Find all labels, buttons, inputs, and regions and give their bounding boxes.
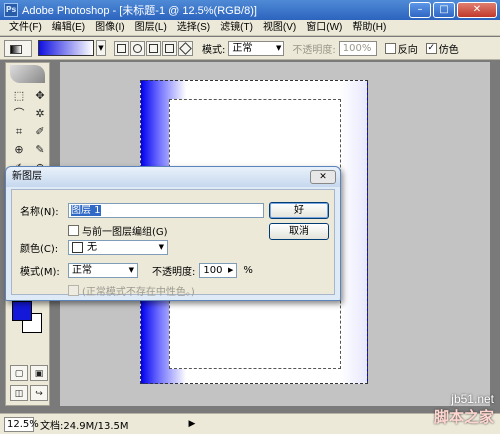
- watermark-url: jb51.net: [451, 392, 494, 406]
- standard-mode-icon[interactable]: ▢: [10, 365, 28, 381]
- color-label: 颜色(C):: [20, 244, 59, 255]
- color-row: 颜色(C): 无 ▼: [20, 240, 168, 255]
- mode-row: 模式(M): 正常 ▼ 不透明度: 100 ▶ %: [20, 263, 253, 278]
- angle-gradient-icon[interactable]: [146, 40, 161, 56]
- color-none-swatch: [72, 241, 83, 253]
- opacity-label: 不透明度:: [292, 44, 336, 56]
- menu-bar: 文件(F) 编辑(E) 图像(I) 图层(L) 选择(S) 滤镜(T) 视图(V…: [0, 20, 500, 36]
- opacity-field[interactable]: 100%: [338, 40, 377, 56]
- ok-button[interactable]: 好: [269, 202, 329, 219]
- new-layer-dialog: 新图层 ✕ 名称(N): 图层 1 与前一图层编组(G) 颜色(C): 无 ▼ …: [5, 166, 341, 301]
- title-bar: Ps Adobe Photoshop - [未标题-1 @ 12.5%(RGB/…: [0, 0, 500, 20]
- lasso-tool-icon[interactable]: ⌒: [10, 106, 28, 122]
- dialog-close-button[interactable]: ✕: [310, 170, 336, 184]
- mode-select[interactable]: 正常 ▼: [228, 40, 285, 56]
- window-title: Adobe Photoshop - [未标题-1 @ 12.5%(RGB/8)]: [22, 5, 257, 17]
- color-select-value: 无: [87, 242, 97, 253]
- status-bar: 12.5% 文档:24.9M/13.5M ▶: [0, 413, 500, 434]
- chevron-down-icon: ▼: [128, 266, 134, 274]
- reverse-checkbox[interactable]: [384, 42, 396, 54]
- status-menu-arrow-icon[interactable]: ▶: [189, 419, 196, 429]
- group-with-previous-checkbox[interactable]: [68, 225, 79, 236]
- dialog-body: 名称(N): 图层 1 与前一图层编组(G) 颜色(C): 无 ▼ 模式(M):…: [11, 189, 335, 298]
- close-window-button[interactable]: ✕: [457, 2, 497, 18]
- group-row: 与前一图层编组(G): [68, 223, 168, 238]
- menu-image[interactable]: 图像(I): [90, 20, 129, 36]
- brush-tool-icon[interactable]: ✎: [31, 142, 49, 158]
- foreground-color-swatch[interactable]: [12, 301, 32, 321]
- maximize-button[interactable]: □: [433, 2, 455, 18]
- cancel-button[interactable]: 取消: [269, 223, 329, 240]
- neutral-color-checkbox[interactable]: [68, 285, 79, 296]
- mode-buttons: ▢ ▣ ◫ ↪: [10, 365, 48, 401]
- neutral-row: (正常模式不存在中性色。): [68, 283, 195, 298]
- marquee-tool-icon[interactable]: ⬚: [10, 88, 28, 104]
- blend-mode-value: 正常: [72, 265, 92, 276]
- tool-preset-picker[interactable]: [4, 39, 32, 57]
- menu-edit[interactable]: 编辑(E): [47, 20, 90, 36]
- window-controls: – □ ✕: [409, 2, 497, 18]
- menu-file[interactable]: 文件(F): [4, 20, 47, 36]
- gradient-dropdown-arrow-icon[interactable]: ▼: [96, 40, 106, 56]
- diamond-gradient-icon[interactable]: [178, 40, 193, 56]
- opacity-input[interactable]: 100 ▶: [199, 263, 238, 278]
- adobe-feather-logo: [10, 65, 45, 83]
- layer-name-label: 名称(N):: [20, 207, 59, 218]
- chevron-right-icon: ▶: [227, 266, 234, 274]
- menu-window[interactable]: 窗口(W): [301, 20, 347, 36]
- dither-checkbox[interactable]: ✓: [425, 42, 437, 54]
- menu-select[interactable]: 选择(S): [172, 20, 215, 36]
- linear-gradient-icon[interactable]: [114, 40, 129, 56]
- opacity-unit: %: [243, 265, 253, 276]
- menu-help[interactable]: 帮助(H): [347, 20, 391, 36]
- dither-label: 仿色: [438, 44, 459, 56]
- opacity-label: 不透明度:: [152, 267, 196, 278]
- radial-gradient-icon[interactable]: [130, 40, 145, 56]
- gradient-preview-swatch[interactable]: [38, 40, 94, 56]
- watermark-brand: 脚本之家: [433, 408, 494, 426]
- chevron-down-icon: ▼: [158, 243, 164, 251]
- options-bar: ▼ 模式: 正常 ▼ 不透明度: 100% 反向 ✓ 仿色: [0, 37, 500, 60]
- group-with-previous-label: 与前一图层编组(G): [82, 227, 168, 238]
- minimize-button[interactable]: –: [409, 2, 431, 18]
- dialog-title-bar: 新图层 ✕: [6, 167, 340, 187]
- mode-select-value: 正常: [232, 42, 253, 54]
- healing-brush-tool-icon[interactable]: ⊕: [10, 142, 28, 158]
- color-swatches: [10, 301, 46, 335]
- slice-tool-icon[interactable]: ✐: [31, 124, 49, 140]
- opacity-value: 100: [203, 265, 223, 276]
- jump-to-imageready-icon[interactable]: ↪: [30, 385, 48, 401]
- reflected-gradient-icon[interactable]: [162, 40, 177, 56]
- chevron-down-icon: ▼: [275, 43, 282, 52]
- color-select[interactable]: 无 ▼: [68, 240, 168, 255]
- mode-label: 模式:: [202, 44, 226, 56]
- mode-label: 模式(M):: [20, 267, 60, 278]
- menu-view[interactable]: 视图(V): [258, 20, 301, 36]
- zoom-level-field[interactable]: 12.5%: [4, 416, 39, 432]
- document-size-info: 文档:24.9M/13.5M: [40, 420, 129, 432]
- site-watermark: jb51.net 脚本之家: [434, 392, 494, 427]
- layer-name-value: 图层 1: [71, 205, 101, 216]
- name-row: 名称(N): 图层 1: [20, 203, 264, 218]
- neutral-color-label: (正常模式不存在中性色。): [82, 287, 195, 298]
- menu-layer[interactable]: 图层(L): [130, 20, 172, 36]
- blend-mode-select[interactable]: 正常 ▼: [68, 263, 138, 278]
- dialog-title: 新图层: [12, 171, 42, 182]
- photoshop-app-icon: Ps: [4, 3, 18, 17]
- menu-filter[interactable]: 滤镜(T): [215, 20, 258, 36]
- crop-tool-icon[interactable]: ⌗: [10, 124, 28, 140]
- layer-name-input[interactable]: 图层 1: [68, 203, 264, 218]
- magic-wand-tool-icon[interactable]: ✲: [31, 106, 49, 122]
- move-tool-icon[interactable]: ✥: [31, 88, 49, 104]
- quick-mask-mode-icon[interactable]: ▣: [30, 365, 48, 381]
- screen-mode-icon[interactable]: ◫: [10, 385, 28, 401]
- reverse-label: 反向: [397, 44, 418, 56]
